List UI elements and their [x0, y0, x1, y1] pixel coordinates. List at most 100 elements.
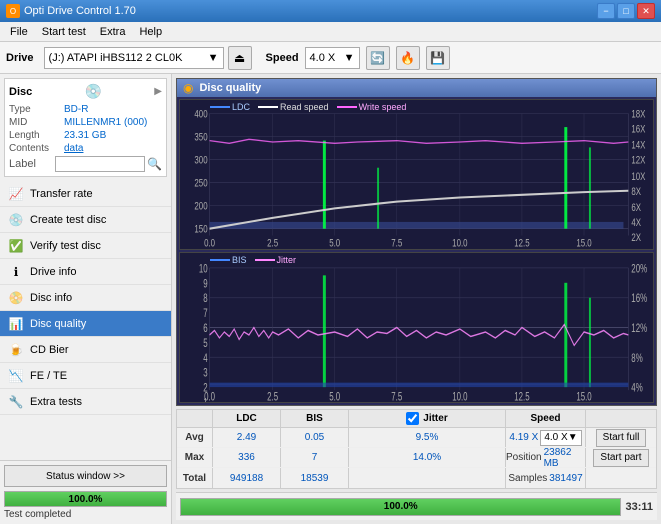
nav-disc-quality[interactable]: 📊 Disc quality	[0, 311, 171, 337]
svg-text:150: 150	[194, 224, 207, 237]
nav-drive-info[interactable]: ℹ Drive info	[0, 259, 171, 285]
menu-file[interactable]: File	[4, 24, 34, 40]
status-window-button[interactable]: Status window >>	[4, 465, 167, 487]
svg-text:12.5: 12.5	[514, 391, 530, 402]
nav-fe-te[interactable]: 📉 FE / TE	[0, 363, 171, 389]
app-icon: O	[6, 4, 20, 18]
bottom-bar: 100.0% 33:11	[176, 492, 657, 520]
create-test-disc-icon: 💿	[8, 212, 24, 228]
disc-info-icon: 📀	[8, 290, 24, 306]
svg-text:10X: 10X	[631, 171, 646, 184]
position-val: 23862 MB	[544, 447, 585, 469]
avg-speed-cell: 4.19 X 4.0 X▼	[506, 428, 586, 447]
ldc-chart-svg: 400 350 300 250 200 150 18X 16X 14X 12X …	[180, 100, 653, 249]
nav-extra-tests[interactable]: 🔧 Extra tests	[0, 389, 171, 415]
nav-create-test-disc[interactable]: 💿 Create test disc	[0, 207, 171, 233]
menu-start-test[interactable]: Start test	[36, 24, 92, 40]
save-button[interactable]: 💾	[426, 46, 450, 70]
svg-text:16%: 16%	[631, 293, 647, 306]
svg-text:10: 10	[199, 263, 208, 276]
start-part-button[interactable]: Start part	[593, 449, 648, 467]
bis-header: BIS	[281, 410, 349, 427]
nav-disc-quality-label: Disc quality	[30, 318, 86, 330]
nav-verify-test-disc[interactable]: ✅ Verify test disc	[0, 233, 171, 259]
app-title: Opti Drive Control 1.70	[24, 5, 136, 17]
svg-text:6X: 6X	[631, 202, 641, 215]
start-full-button[interactable]: Start full	[596, 429, 647, 447]
type-value: BD-R	[64, 104, 162, 115]
stats-area: LDC BIS Jitter Speed Avg 2.49 0.05 9.5% …	[176, 409, 657, 489]
avg-row: Avg 2.49 0.05 9.5% 4.19 X 4.0 X▼ Start f…	[177, 428, 656, 448]
svg-text:9: 9	[203, 278, 208, 291]
burn-button[interactable]: 🔥	[396, 46, 420, 70]
svg-text:18X: 18X	[631, 108, 646, 121]
nav-cd-bier[interactable]: 🍺 CD Bier	[0, 337, 171, 363]
svg-text:14X: 14X	[631, 140, 646, 153]
length-label: Length	[9, 130, 64, 141]
total-ldc: 949188	[213, 468, 281, 488]
svg-text:200: 200	[194, 201, 207, 214]
verify-test-disc-icon: ✅	[8, 238, 24, 254]
title-bar: O Opti Drive Control 1.70 − □ ✕	[0, 0, 661, 22]
label-browse-icon[interactable]: 🔍	[147, 157, 162, 171]
bottom-progress-bar: 100.0%	[180, 498, 621, 516]
svg-text:7: 7	[203, 308, 208, 321]
fe-te-icon: 📉	[8, 368, 24, 384]
chart1-legend: LDC Read speed Write speed	[210, 102, 406, 112]
svg-text:5.0: 5.0	[329, 391, 340, 402]
nav-transfer-rate[interactable]: 📈 Transfer rate	[0, 181, 171, 207]
disc-icon: 💿	[85, 83, 102, 100]
quality-title: Disc quality	[199, 82, 261, 94]
jitter-checkbox[interactable]	[406, 412, 419, 425]
svg-text:20%: 20%	[631, 263, 647, 276]
actions-header	[586, 410, 656, 427]
svg-text:2X: 2X	[631, 232, 641, 245]
minimize-button[interactable]: −	[597, 3, 615, 19]
stats-header-row: LDC BIS Jitter Speed	[177, 410, 656, 428]
bis-chart-svg: 10 9 8 7 6 5 4 3 2 1 20% 16% 12%	[180, 253, 653, 402]
close-button[interactable]: ✕	[637, 3, 655, 19]
drive-dropdown[interactable]: (J:) ATAPI iHBS112 2 CL0K ▼	[44, 47, 224, 69]
eject-button[interactable]: ⏏	[228, 46, 252, 70]
nav-cd-bier-label: CD Bier	[30, 344, 69, 356]
cd-bier-icon: 🍺	[8, 342, 24, 358]
length-value: 23.31 GB	[64, 130, 162, 141]
svg-text:4: 4	[203, 352, 208, 365]
drive-value: (J:) ATAPI iHBS112 2 CL0K	[49, 52, 183, 64]
menu-extra[interactable]: Extra	[94, 24, 132, 40]
sidebar: Disc 💿 ▶ Type BD-R MID MILLENMR1 (000) L…	[0, 74, 172, 524]
sidebar-progress-text: 100.0%	[5, 492, 166, 506]
total-label: Total	[177, 468, 213, 488]
nav-disc-info[interactable]: 📀 Disc info	[0, 285, 171, 311]
nav-disc-info-label: Disc info	[30, 292, 72, 304]
drive-info-icon: ℹ	[8, 264, 24, 280]
svg-text:12.5: 12.5	[514, 237, 529, 249]
menu-help[interactable]: Help	[133, 24, 168, 40]
disc-panel: Disc 💿 ▶ Type BD-R MID MILLENMR1 (000) L…	[4, 78, 167, 177]
speed-dropdown[interactable]: 4.0 X ▼	[305, 47, 360, 69]
content-area: ◉ Disc quality LDC Read speed	[172, 74, 661, 524]
jitter-header: Jitter	[423, 413, 447, 424]
svg-text:10.0: 10.0	[452, 237, 467, 249]
refresh-button[interactable]: 🔄	[366, 46, 390, 70]
contents-value[interactable]: data	[64, 143, 162, 154]
svg-text:4%: 4%	[631, 382, 642, 395]
speed-select[interactable]: 4.0 X▼	[540, 430, 581, 446]
svg-text:2.5: 2.5	[267, 391, 278, 402]
nav-drive-info-label: Drive info	[30, 266, 76, 278]
ldc-header: LDC	[213, 410, 281, 427]
samples-label: Samples	[508, 473, 547, 484]
sidebar-progress-bar: 100.0%	[4, 491, 167, 507]
maximize-button[interactable]: □	[617, 3, 635, 19]
svg-text:400: 400	[194, 108, 207, 121]
label-input[interactable]	[55, 156, 145, 172]
svg-text:10.0: 10.0	[452, 391, 468, 402]
speed-value: 4.0 X	[310, 52, 336, 64]
nav-transfer-rate-label: Transfer rate	[30, 188, 93, 200]
avg-bis: 0.05	[281, 428, 349, 447]
max-bis: 7	[281, 448, 349, 467]
start-full-cell: Start full	[586, 428, 656, 447]
ldc-legend-label: LDC	[232, 102, 250, 112]
quality-header-icon: ◉	[183, 81, 193, 95]
max-position-cell: Position 23862 MB	[506, 448, 586, 467]
